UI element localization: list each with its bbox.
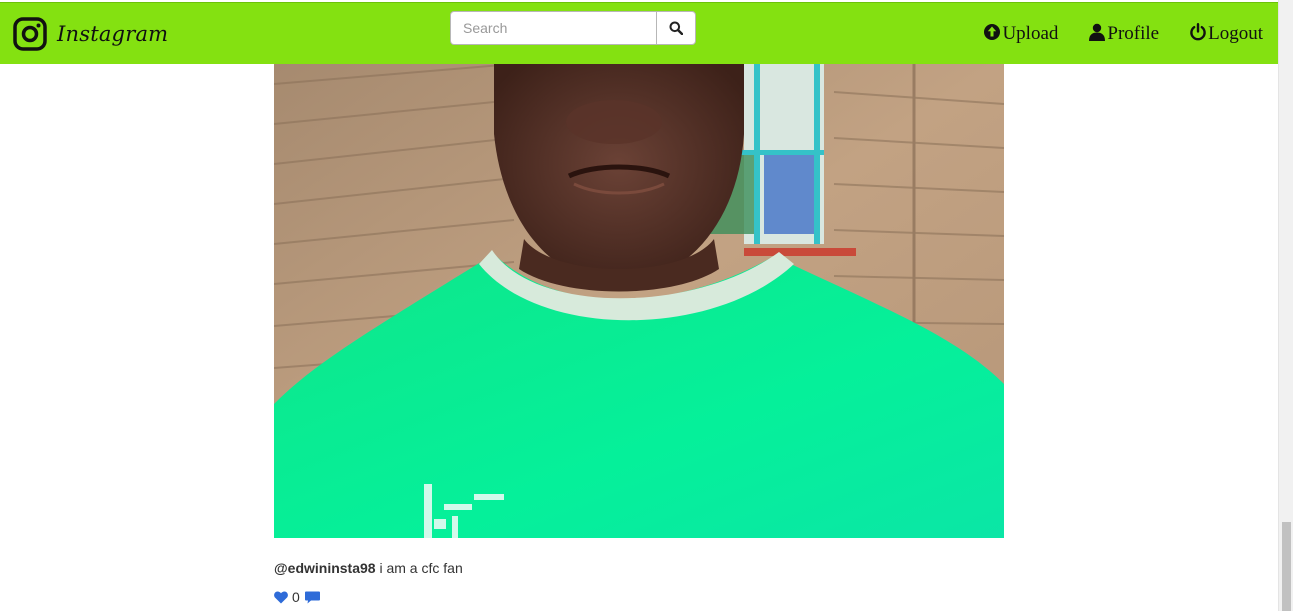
- post-username[interactable]: @edwininsta98: [274, 560, 376, 576]
- brand[interactable]: Instagram: [13, 17, 168, 51]
- page: Instagram Upload: [0, 0, 1278, 611]
- search-icon: [669, 21, 683, 35]
- like-count: 0: [292, 589, 300, 605]
- logout-link[interactable]: Logout: [1189, 23, 1263, 45]
- navbar: Instagram Upload: [0, 2, 1278, 64]
- logout-label: Logout: [1208, 23, 1263, 44]
- brand-name: Instagram: [57, 22, 169, 46]
- post-caption: @edwininsta98 i am a cfc fan: [274, 560, 463, 576]
- nav-links: Upload Profile Logout: [953, 3, 1263, 65]
- profile-link[interactable]: Profile: [1088, 23, 1159, 45]
- post-image[interactable]: [274, 64, 1004, 538]
- search-form: [450, 11, 696, 45]
- post-photo: [274, 64, 1004, 538]
- user-icon: [1089, 23, 1106, 41]
- instagram-logo-icon: [13, 17, 47, 51]
- scrollbar-thumb[interactable]: [1282, 522, 1291, 611]
- search-button[interactable]: [656, 11, 696, 45]
- comment-icon[interactable]: [304, 591, 320, 604]
- heart-icon[interactable]: [274, 590, 288, 604]
- search-input[interactable]: [450, 11, 656, 45]
- post-reactions: 0: [274, 589, 320, 605]
- upload-label: Upload: [1002, 23, 1059, 44]
- upload-link[interactable]: Upload: [983, 23, 1058, 45]
- profile-label: Profile: [1107, 23, 1160, 44]
- upload-icon: [984, 24, 1001, 40]
- page-scrollbar[interactable]: [1278, 0, 1293, 611]
- post-caption-text: i am a cfc fan: [379, 560, 463, 576]
- power-icon: [1190, 23, 1206, 41]
